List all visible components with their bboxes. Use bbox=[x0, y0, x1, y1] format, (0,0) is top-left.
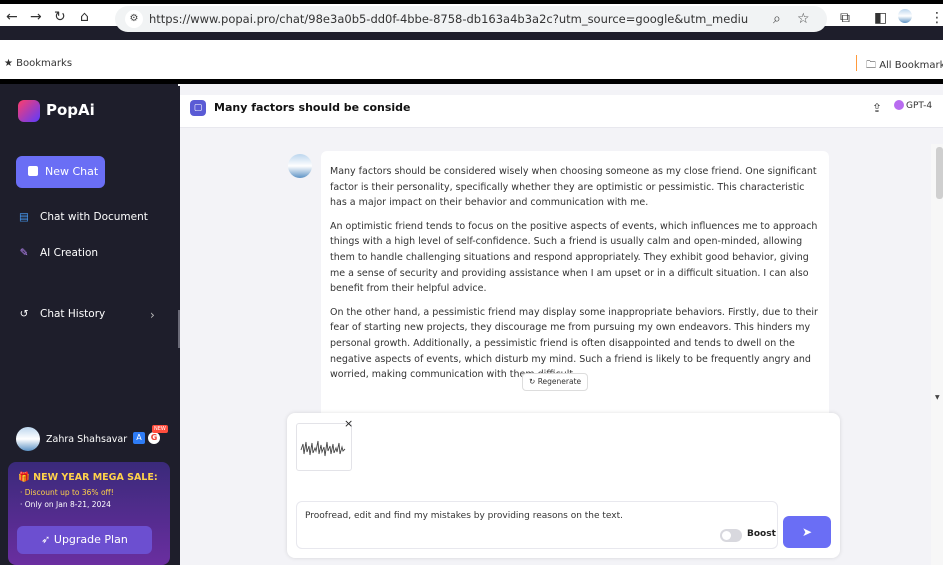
sidebar-item-chat-with-document[interactable]: ▤ Chat with Document bbox=[18, 211, 148, 223]
all-bookmarks-item[interactable]: 🗀 All Bookmarks bbox=[866, 58, 943, 75]
profile-avatar[interactable] bbox=[898, 9, 912, 23]
chat-header: ▢ Many factors should be conside ⇪ GPT-4 bbox=[180, 95, 943, 128]
handwriting-thumbnail-icon bbox=[300, 440, 346, 457]
close-icon[interactable]: × bbox=[344, 417, 353, 430]
regenerate-button[interactable]: ↻ Regenerate bbox=[522, 373, 589, 391]
boost-toggle-knob[interactable] bbox=[722, 531, 731, 540]
new-chat-label: New Chat bbox=[45, 165, 99, 178]
share-icon[interactable]: ⇪ bbox=[872, 101, 882, 115]
model-icon bbox=[894, 100, 904, 110]
sidebar-item-label: Chat History bbox=[40, 308, 106, 320]
send-icon: ➤ bbox=[801, 525, 813, 539]
promo-dates: · Only on Jan 8-21, 2024 bbox=[20, 500, 111, 509]
chat-main: ▢ Many factors should be conside ⇪ GPT-4… bbox=[180, 84, 943, 565]
scrollbar[interactable] bbox=[931, 144, 943, 565]
chevron-right-icon[interactable]: › bbox=[150, 308, 155, 322]
sidebar-item-ai-creation[interactable]: ✎ AI Creation bbox=[18, 247, 98, 259]
bookmarks-divider bbox=[856, 55, 857, 71]
regenerate-label: Regenerate bbox=[537, 377, 582, 386]
user-name[interactable]: Zahra Shahsavar bbox=[46, 434, 127, 445]
upgrade-plan-button[interactable]: ➶ Upgrade Plan bbox=[17, 526, 152, 554]
send-button[interactable]: ➤ bbox=[783, 516, 831, 548]
sidepanel-icon[interactable]: ◧ bbox=[874, 10, 887, 26]
scroll-down-icon[interactable]: ▼ bbox=[935, 394, 940, 401]
forward-icon[interactable]: → bbox=[30, 10, 42, 24]
promo-discount: · Discount up to 36% off! bbox=[20, 488, 114, 497]
new-badge: NEW bbox=[152, 425, 168, 433]
bookmark-star-icon[interactable]: ☆ bbox=[797, 11, 810, 27]
composer: × Proofread, edit and find my mistakes b… bbox=[287, 413, 840, 558]
boost-label: Boost bbox=[747, 529, 776, 539]
message-paragraph: Many factors should be considered wisely… bbox=[330, 166, 817, 209]
document-icon: ▤ bbox=[19, 211, 29, 223]
plus-icon bbox=[28, 166, 38, 176]
app-store-icon[interactable]: A bbox=[133, 432, 145, 444]
back-icon[interactable]: ← bbox=[6, 10, 18, 24]
model-label: GPT-4 bbox=[906, 101, 933, 111]
rocket-icon: ➶ bbox=[41, 533, 51, 546]
menu-icon[interactable]: ⋮ bbox=[930, 10, 943, 26]
promo-title-text: NEW YEAR MEGA SALE: bbox=[33, 472, 158, 483]
all-bookmarks-label: All Bookmarks bbox=[879, 60, 943, 71]
avatar bbox=[288, 154, 312, 178]
sidebar: PopAi New Chat ▤ Chat with Document ✎ AI C… bbox=[0, 84, 178, 565]
model-selector[interactable]: GPT-4 bbox=[894, 100, 932, 111]
scrollbar-thumb[interactable] bbox=[936, 147, 943, 199]
new-chat-button[interactable]: New Chat bbox=[16, 156, 105, 188]
chat-icon: ▢ bbox=[190, 100, 206, 116]
home-icon[interactable]: ⌂ bbox=[80, 10, 89, 24]
extensions-icon[interactable]: ⧉ bbox=[840, 10, 850, 26]
sidebar-item-label: AI Creation bbox=[40, 247, 99, 259]
url-text[interactable]: https://www.popai.pro/chat/98e3a0b5-dd0f… bbox=[149, 12, 749, 26]
site-settings-icon[interactable]: ⚙ bbox=[125, 10, 143, 28]
regenerate-icon: ↻ bbox=[529, 377, 536, 386]
browser-frame bbox=[0, 0, 943, 4]
chrome-extension-icon[interactable]: G bbox=[148, 432, 160, 444]
address-bar[interactable]: ⚙ https://www.popai.pro/chat/98e3a0b5-dd… bbox=[115, 6, 827, 32]
chat-input[interactable]: Proofread, edit and find my mistakes by … bbox=[296, 501, 778, 549]
history-icon: ↺ bbox=[19, 308, 29, 320]
sidebar-item-label: Chat with Document bbox=[40, 211, 148, 223]
brand-name: PopAi bbox=[46, 101, 95, 119]
message-paragraph: An optimistic friend tends to focus on t… bbox=[330, 220, 818, 295]
popai-logo-icon bbox=[18, 100, 40, 122]
page-title: Many factors should be conside bbox=[214, 101, 411, 114]
promo-title: 🎁 NEW YEAR MEGA SALE: bbox=[18, 472, 158, 483]
bookmarks-item[interactable]: ★ Bookmarks bbox=[4, 58, 72, 69]
upgrade-label: Upgrade Plan bbox=[53, 533, 128, 546]
bookmarks-label: Bookmarks bbox=[16, 58, 73, 69]
reload-icon[interactable]: ↻ bbox=[54, 10, 66, 24]
edit-icon: ✎ bbox=[19, 247, 29, 259]
attachment-thumbnail[interactable] bbox=[296, 423, 352, 471]
avatar[interactable] bbox=[16, 427, 40, 451]
zoom-icon[interactable]: ⌕ bbox=[773, 11, 781, 27]
sidebar-item-chat-history[interactable]: ↺ Chat History bbox=[18, 308, 106, 320]
message-paragraph: On the other hand, a pessimistic friend … bbox=[330, 306, 818, 381]
